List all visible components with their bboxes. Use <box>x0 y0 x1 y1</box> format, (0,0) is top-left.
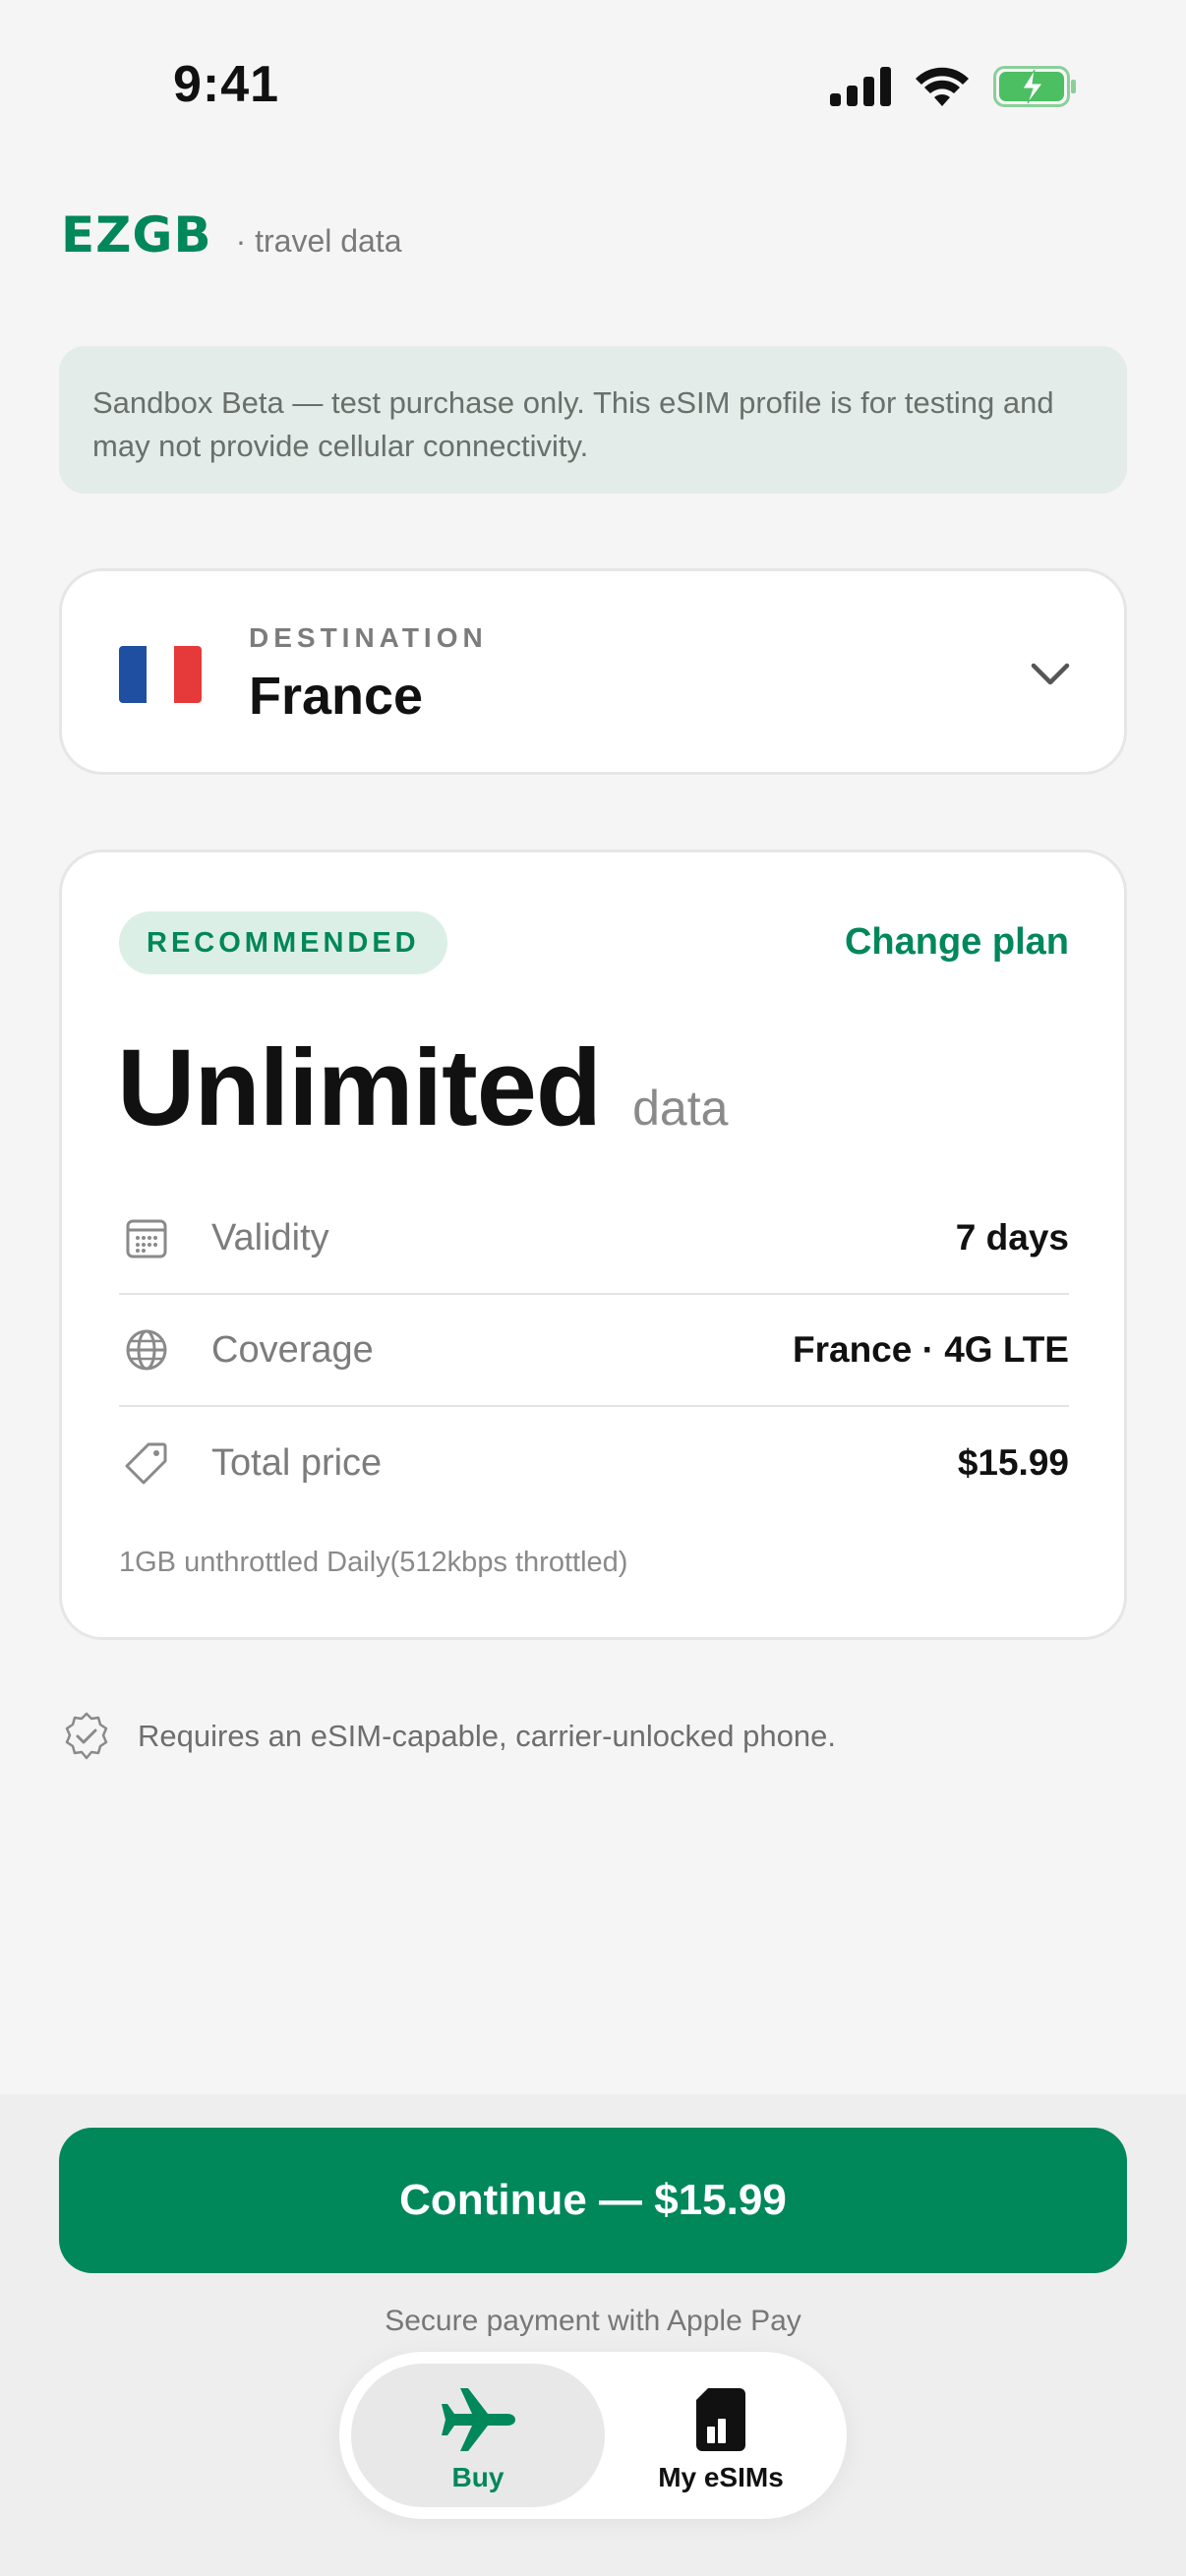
recommended-badge: RECOMMENDED <box>119 911 447 974</box>
airplane-icon <box>439 2385 517 2454</box>
tab-label: Buy <box>451 2462 504 2492</box>
sim-card-icon <box>694 2385 747 2454</box>
chevron-down-icon <box>1031 663 1070 685</box>
row-value: $15.99 <box>957 1442 1069 1483</box>
battery-charging-icon <box>993 66 1076 107</box>
price-tag-icon <box>119 1435 174 1491</box>
plan-row-coverage: Coverage France · 4G LTE <box>119 1295 1069 1407</box>
brand-logo: EZGB <box>61 206 212 263</box>
plan-details: Validity 7 days Coverage France · 4G LTE <box>119 1183 1069 1519</box>
requirement-text: Requires an eSIM-capable, carrier-unlock… <box>138 1719 836 1753</box>
destination-label: DESTINATION <box>249 622 488 653</box>
cellular-signal-icon <box>830 67 891 106</box>
secure-payment-text: Secure payment with Apple Pay <box>385 2305 801 2337</box>
france-flag-icon <box>119 646 202 703</box>
sandbox-notice: Sandbox Beta — test purchase only. This … <box>59 346 1127 494</box>
plan-name: Unlimited <box>117 1027 602 1148</box>
brand-subtitle: · travel data <box>235 223 402 259</box>
change-plan-link[interactable]: Change plan <box>845 921 1069 964</box>
plan-row-total-price: Total price $15.99 <box>119 1407 1069 1519</box>
calendar-icon <box>119 1210 174 1265</box>
row-label: Coverage <box>211 1328 374 1371</box>
bottom-panel: Continue — $15.99 Secure payment with Ap… <box>0 2094 1186 2576</box>
status-time: 9:41 <box>173 56 280 113</box>
brand-header: EZGB · travel data <box>61 206 402 263</box>
plan-card: RECOMMENDED Change plan Unlimited data V… <box>59 849 1127 1640</box>
plan-note: 1GB unthrottled Daily(512kbps throttled) <box>119 1547 628 1578</box>
row-value: France · 4G LTE <box>793 1329 1069 1370</box>
tab-buy[interactable]: Buy <box>351 2364 605 2507</box>
wifi-icon <box>916 67 969 106</box>
status-bar: 9:41 <box>0 0 1186 167</box>
tab-my-esims[interactable]: My eSIMs <box>605 2364 837 2507</box>
plan-unit: data <box>632 1081 729 1136</box>
tab-label: My eSIMs <box>658 2462 784 2492</box>
destination-selector[interactable]: DESTINATION France <box>59 568 1127 775</box>
plan-title: Unlimited data <box>117 1025 728 1150</box>
continue-button[interactable]: Continue — $15.99 <box>59 2128 1127 2273</box>
plan-row-validity: Validity 7 days <box>119 1183 1069 1295</box>
row-label: Total price <box>211 1441 383 1484</box>
verified-badge-icon <box>65 1712 108 1760</box>
row-value: 7 days <box>955 1217 1069 1258</box>
tab-bar: Buy My eSIMs <box>339 2352 847 2519</box>
row-label: Validity <box>211 1216 329 1259</box>
destination-value: France <box>249 667 424 726</box>
device-requirement: Requires an eSIM-capable, carrier-unlock… <box>61 1711 836 1762</box>
globe-icon <box>119 1322 174 1377</box>
status-icons <box>830 63 1078 110</box>
